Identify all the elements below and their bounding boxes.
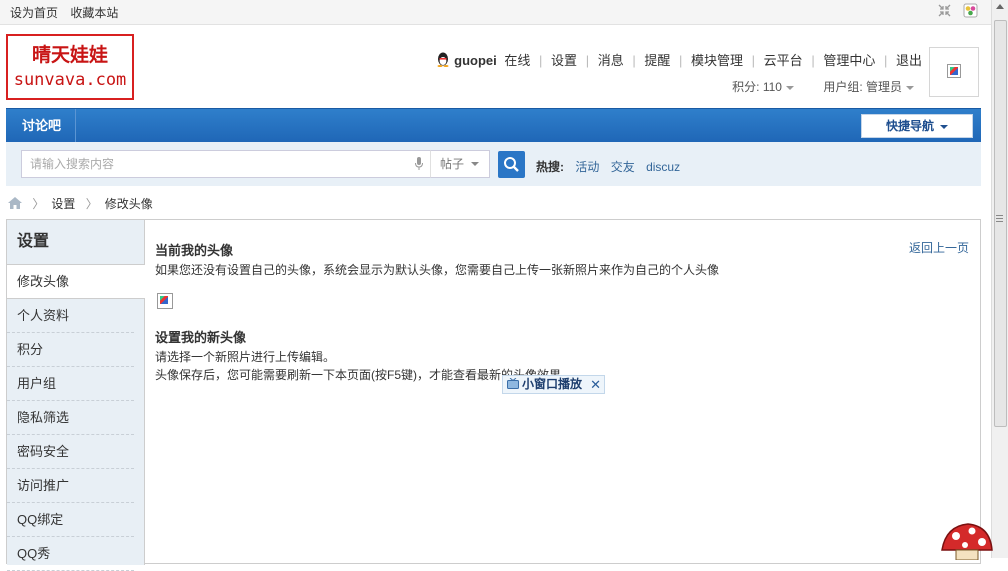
sidebar-item-qq-show[interactable]: QQ秀 — [7, 537, 134, 571]
chevron-down-icon — [471, 162, 479, 166]
site-logo[interactable]: 晴天娃娃 sunvava.com — [6, 34, 134, 100]
menu-admin-center[interactable]: 管理中心 — [823, 53, 875, 68]
menu-cloud-platform[interactable]: 云平台 — [764, 53, 803, 68]
breadcrumb-settings[interactable]: 设置 — [51, 197, 75, 211]
nav-item-discussion[interactable]: 讨论吧 — [6, 109, 77, 143]
menu-messages[interactable]: 消息 — [598, 53, 624, 68]
current-avatar-desc: 如果您还没有设置自己的头像，系统会显示为默认头像，您需要自己上传一张新照片来作为… — [155, 263, 720, 277]
sidebar-item-usergroup[interactable]: 用户组 — [7, 367, 134, 401]
score-dropdown[interactable]: 积分: 110 — [732, 80, 794, 94]
search-icon — [504, 157, 519, 172]
hot-label: 热搜: — [536, 160, 564, 174]
online-status: 在线 — [504, 53, 531, 68]
breadcrumb-separator: 〉 — [32, 197, 45, 211]
hot-item-activity[interactable]: 活动 — [575, 160, 599, 174]
hot-item-friends[interactable]: 交友 — [611, 160, 635, 174]
sidebar-item-edit-avatar[interactable]: 修改头像 — [7, 265, 145, 299]
microphone-icon[interactable] — [415, 157, 423, 171]
chevron-down-icon — [906, 85, 914, 90]
new-avatar-title: 设置我的新头像 — [155, 330, 247, 345]
back-link[interactable]: 返回上一页 — [909, 239, 969, 256]
usergroup-dropdown[interactable]: 用户组: 管理员 — [823, 80, 914, 94]
scrollbar-grip-icon — [996, 215, 1003, 224]
set-homepage-link[interactable]: 设为首页 — [10, 6, 58, 20]
divider: | — [751, 53, 756, 68]
logo-title: 晴天娃娃 — [31, 44, 108, 66]
logo-domain: sunvava.com — [13, 70, 127, 90]
search-button[interactable] — [498, 151, 525, 178]
menu-logout[interactable]: 退出 — [896, 53, 922, 68]
top-toolbar: 设为首页 收藏本站 — [0, 0, 992, 25]
mini-player-label: 小窗口播放 — [522, 377, 583, 391]
broken-image-icon — [947, 64, 961, 78]
new-avatar-desc-1: 请选择一个新照片进行上传编辑。 — [155, 350, 336, 364]
hot-searches: 热搜: 活动 交友 discuz — [536, 158, 680, 175]
breadcrumb: 〉设置 〉修改头像 — [8, 195, 153, 212]
divider: | — [585, 53, 590, 68]
chevron-down-icon — [785, 85, 794, 90]
main-nav: 讨论吧 快捷导航 — [6, 108, 981, 143]
quick-nav-button[interactable]: 快捷导航 — [861, 114, 973, 138]
search-bar: 请输入搜索内容 帖子 热搜: 活动 交友 discuz — [6, 142, 981, 186]
sidebar-item-credits[interactable]: 积分 — [7, 333, 134, 367]
vertical-scrollbar[interactable] — [991, 0, 1008, 558]
divider: | — [679, 53, 683, 68]
mini-player-bar[interactable]: 小窗口播放 ✕ — [502, 375, 605, 394]
username[interactable]: guopei — [454, 53, 497, 68]
sidebar-item-qq-binding[interactable]: QQ绑定 — [7, 503, 134, 537]
user-menu: guopei 在线 | 设置 | 消息 | 提醒 | 模块管理 | 云平台 | … — [436, 50, 922, 69]
user-stats: 积分: 110 用户组: 管理员 — [732, 78, 914, 95]
sidebar-title: 设置 — [7, 220, 144, 265]
sidebar-item-privacy-filter[interactable]: 隐私筛选 — [7, 401, 134, 435]
qq-penguin-icon — [437, 52, 449, 67]
divider: | — [539, 53, 543, 68]
menu-reminders[interactable]: 提醒 — [644, 53, 670, 68]
collapse-icon[interactable] — [937, 3, 952, 18]
sidebar-item-promotion[interactable]: 访问推广 — [7, 469, 134, 503]
menu-settings[interactable]: 设置 — [551, 53, 577, 68]
user-avatar[interactable] — [929, 47, 979, 97]
divider: | — [883, 53, 888, 68]
breadcrumb-separator: 〉 — [85, 197, 98, 211]
mushroom-mascot-icon[interactable] — [938, 520, 994, 560]
close-icon[interactable]: ✕ — [590, 376, 601, 393]
current-avatar-title: 当前我的头像 — [155, 243, 234, 258]
hot-item-discuz[interactable]: discuz — [646, 160, 680, 174]
menu-module-management[interactable]: 模块管理 — [691, 53, 743, 68]
scroll-up-arrow-icon[interactable] — [996, 4, 1004, 9]
current-avatar-image — [157, 293, 173, 309]
tv-icon — [507, 378, 519, 389]
divider: | — [632, 53, 636, 68]
search-type-select[interactable]: 帖子 — [430, 150, 490, 178]
settings-panel: 设置 修改头像 个人资料 积分 用户组 隐私筛选 密码安全 访问推广 QQ绑定 … — [6, 219, 981, 571]
home-icon[interactable] — [8, 197, 22, 209]
sidebar-item-profile[interactable]: 个人资料 — [7, 299, 134, 333]
bookmark-site-link[interactable]: 收藏本站 — [70, 6, 118, 20]
new-avatar-desc-2: 头像保存后，您可能需要刷新一下本页面(按F5键)，才能查看最新的头像效果 — [155, 368, 561, 382]
breadcrumb-edit-avatar: 修改头像 — [104, 197, 153, 211]
skin-palette-icon[interactable] — [963, 3, 978, 18]
search-input[interactable]: 请输入搜索内容 — [21, 150, 432, 178]
settings-sidebar: 设置 修改头像 个人资料 积分 用户组 隐私筛选 密码安全 访问推广 QQ绑定 … — [7, 220, 145, 571]
divider: | — [811, 53, 815, 68]
chevron-down-icon — [940, 124, 948, 129]
sidebar-item-password-security[interactable]: 密码安全 — [7, 435, 134, 469]
